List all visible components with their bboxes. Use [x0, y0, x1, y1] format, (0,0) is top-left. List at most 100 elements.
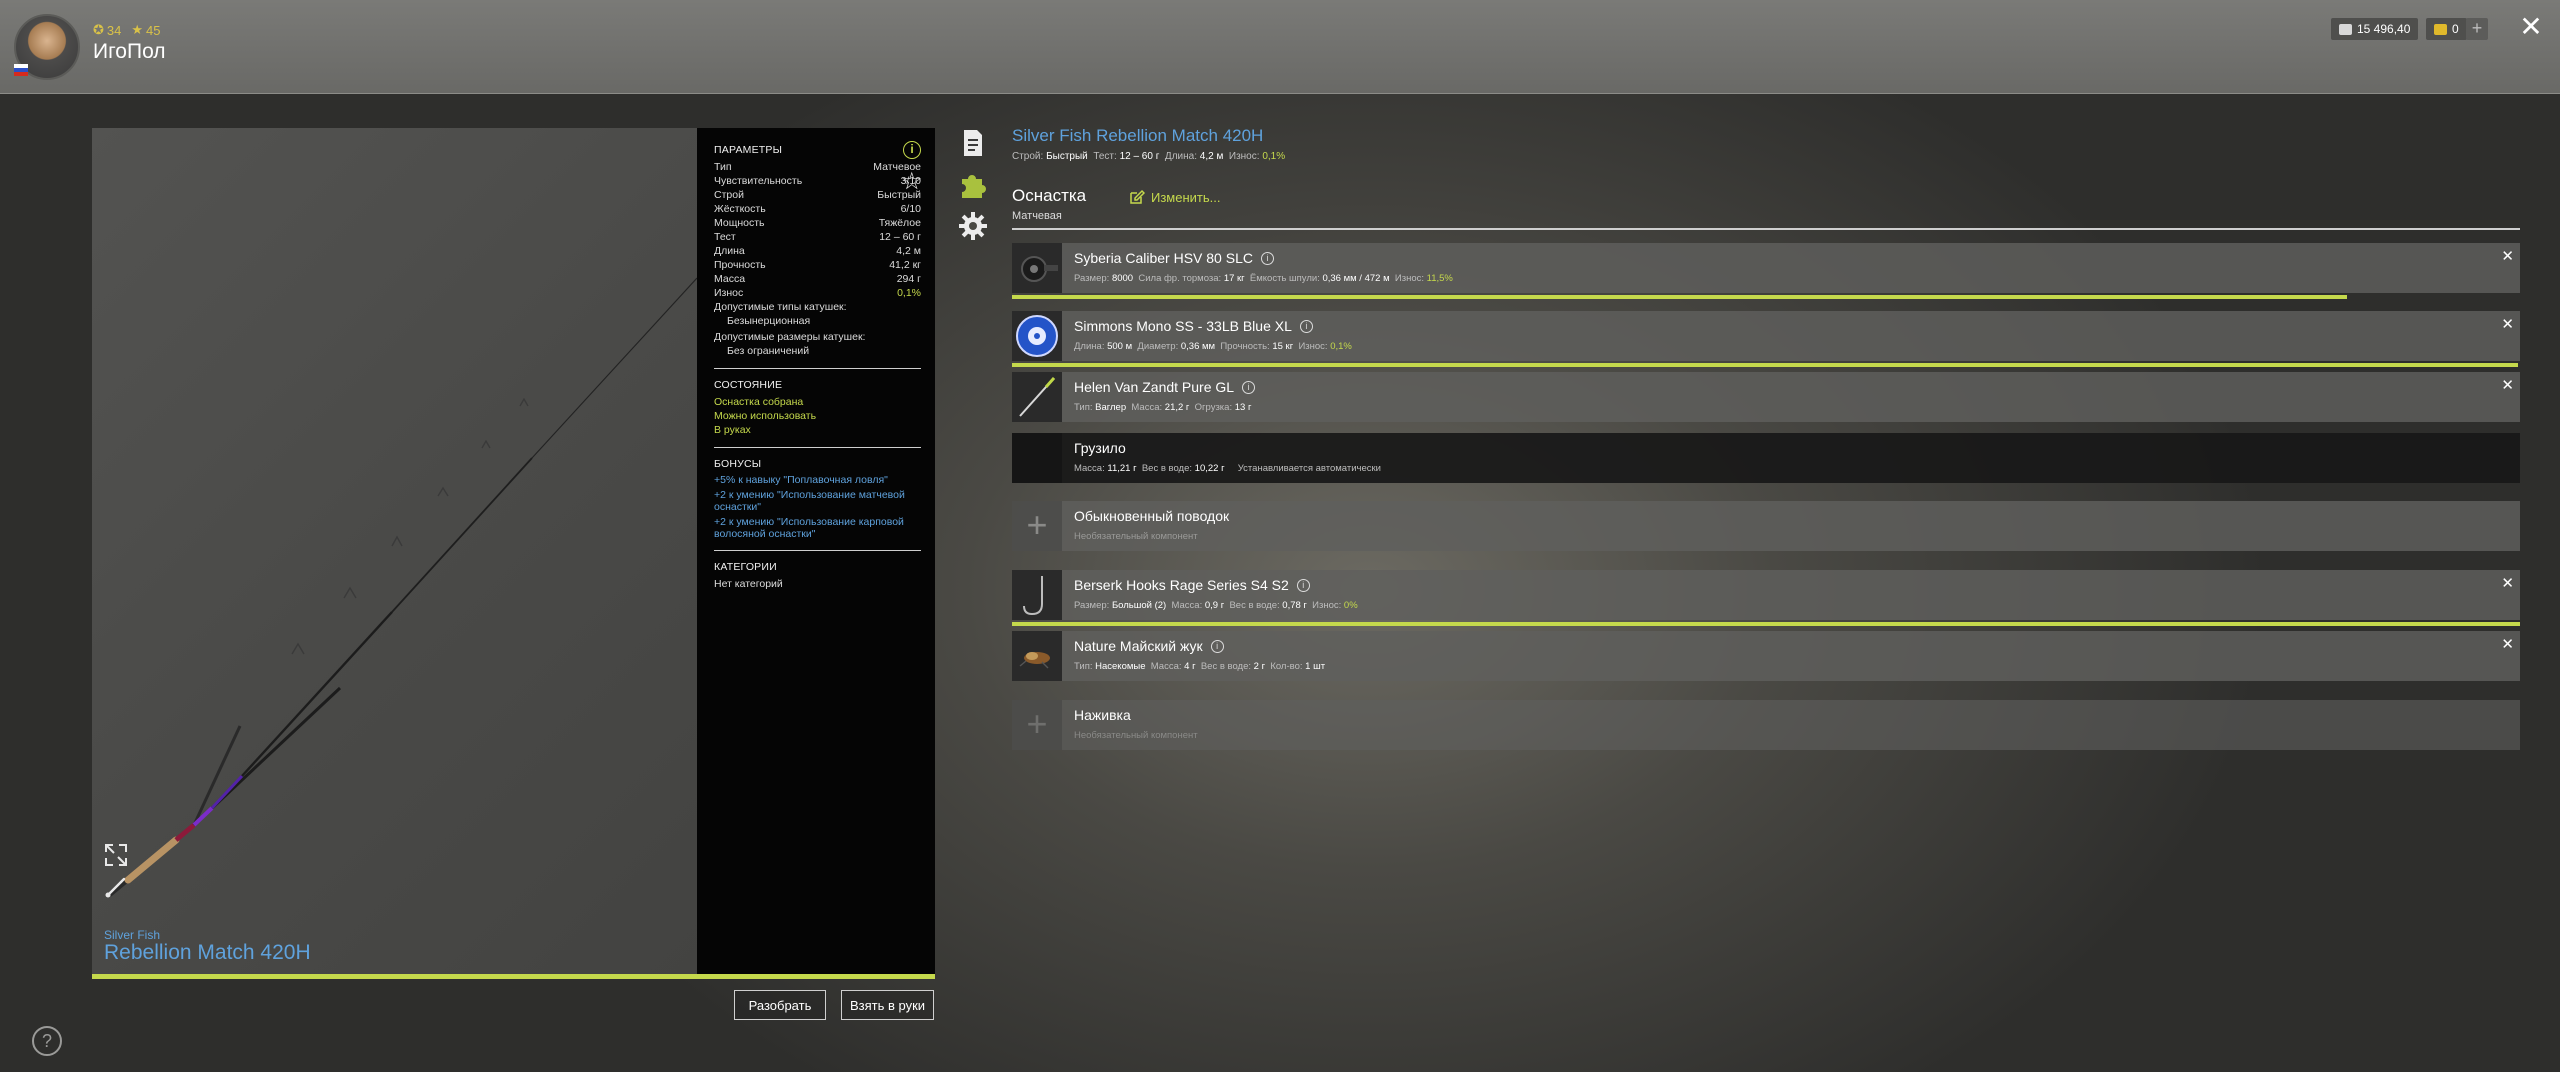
add-icon[interactable]: + [1012, 501, 1062, 551]
rod-image [108, 277, 697, 897]
disassemble-button[interactable]: Разобрать [734, 990, 826, 1020]
bonus-item: +2 к умению "Использование карповой воло… [714, 516, 904, 540]
params-heading: ПАРАМЕТРЫ [714, 144, 783, 156]
remove-icon[interactable]: ✕ [2501, 635, 2514, 653]
remove-icon[interactable]: ✕ [2501, 315, 2514, 333]
take-in-hands-button[interactable]: Взять в руки [841, 990, 934, 1020]
slot-name: Syberia Caliber HSV 80 SLC i [1074, 250, 1274, 266]
help-icon[interactable]: ? [32, 1026, 62, 1056]
info-icon[interactable]: i [1299, 319, 1313, 333]
slot-bait[interactable]: Nature Майский жук i Тип: Насекомые Масса… [1012, 631, 2520, 681]
remove-icon[interactable]: ✕ [2501, 574, 2514, 592]
slot-details: Длина: 500 м Диаметр: 0,36 мм Прочность:… [1074, 341, 1352, 352]
slot-details: Тип: Насекомые Масса: 4 г Вес в воде: 2 … [1074, 661, 1326, 672]
reel-sizes-value: Без ограничений [727, 345, 810, 357]
fullscreen-icon[interactable] [103, 842, 129, 868]
slot-name: Наживка [1074, 707, 1131, 723]
slot-float[interactable]: Helen Van Zandt Pure GL i Тип: Ваглер Мас… [1012, 372, 2520, 422]
slot-name: Helen Van Zandt Pure GL i [1074, 379, 1256, 395]
param-row: Тип Матчевое [714, 161, 921, 173]
slot-details: Масса: 11,21 г Вес в воде: 10,22 г Устан… [1074, 463, 1381, 474]
info-icon[interactable]: i [1296, 578, 1310, 592]
slot-details: Размер: Большой (2) Масса: 0,9 г Вес в в… [1074, 600, 1358, 611]
slot-name: Обыкновенный поводок [1074, 508, 1230, 524]
add-icon[interactable]: + [1012, 700, 1062, 750]
param-row: Мощность Тяжёлое [714, 217, 921, 229]
divider [714, 550, 921, 551]
level-stat: ✪ 34 [93, 22, 122, 38]
hook-thumbnail [1012, 570, 1062, 620]
document-icon[interactable] [958, 128, 988, 158]
params-panel: ПАРАМЕТРЫ Тип Матчевое Чувствительность 3/… [697, 128, 935, 974]
info-icon[interactable]: i [1242, 380, 1256, 394]
bonus-item: +5% к навыку "Поплавочная ловля" [714, 474, 888, 486]
slot-leader[interactable]: + Обыкновенный поводок Необязательный ко… [1012, 501, 2520, 551]
silver-coin-icon [2339, 23, 2352, 35]
slot-line[interactable]: Simmons Mono SS - 33LB Blue XL i Длина: 5… [1012, 311, 2520, 361]
remove-icon[interactable]: ✕ [2501, 376, 2514, 394]
slot-reel[interactable]: Syberia Caliber HSV 80 SLC i Размер: 8000… [1012, 243, 2520, 293]
flag-icon [14, 64, 28, 76]
info-icon[interactable]: i [1210, 639, 1224, 653]
info-icon[interactable]: i [903, 141, 921, 159]
reel-thumbnail [1012, 243, 1062, 293]
rig-divider [1012, 228, 2520, 230]
slot-name: Грузило [1074, 440, 1126, 456]
gold-balance: 0 [2426, 18, 2467, 40]
wear-bar-line [1012, 363, 2518, 367]
line-thumbnail [1012, 311, 1062, 361]
close-icon[interactable]: ✕ [2516, 12, 2546, 42]
slot-details: Размер: 8000 Сила фр. тормоза: 17 кг Ёмк… [1074, 273, 1453, 284]
rod-wear-bar [92, 974, 935, 979]
param-row: Износ 0,1% [714, 287, 921, 299]
rank-stat: ★ 45 [131, 22, 161, 38]
divider [714, 368, 921, 369]
state-heading: СОСТОЯНИЕ [714, 379, 783, 391]
slot-hook[interactable]: Berserk Hooks Rage Series S4 S2 i Размер:… [1012, 570, 2520, 620]
reel-types-label: Допустимые типы катушек: [714, 301, 847, 313]
bait-thumbnail [1012, 631, 1062, 681]
wear-bar-hook [1012, 622, 2520, 626]
preview-model: Rebellion Match 420H [104, 941, 311, 964]
gold-coin-icon [2434, 23, 2447, 35]
gear-icon[interactable] [958, 211, 988, 241]
reel-sizes-label: Допустимые размеры катушек: [714, 331, 866, 343]
puzzle-icon[interactable] [958, 170, 988, 200]
state-item: Оснастка собрана [714, 396, 804, 408]
divider [714, 447, 921, 448]
brush-icon[interactable] [103, 874, 129, 900]
slot-groundbait[interactable]: + Наживка Необязательный компонент [1012, 700, 2520, 750]
param-row: Строй Быстрый [714, 189, 921, 201]
categories-heading: КАТЕГОРИИ [714, 561, 777, 573]
silver-balance: 15 496,40 [2331, 18, 2419, 40]
slot-name: Simmons Mono SS - 33LB Blue XL i [1074, 318, 1313, 334]
bonus-heading: БОНУСЫ [714, 458, 762, 470]
info-icon[interactable]: i [1260, 251, 1274, 265]
reel-types-value: Безынерционная [727, 315, 811, 327]
rod-preview[interactable]: Silver Fish Rebellion Match 420H [92, 128, 697, 974]
edit-rig-button[interactable]: Изменить... [1129, 189, 1220, 205]
state-item: Можно использовать [714, 410, 817, 422]
level-icon: ✪ [93, 22, 104, 37]
edit-icon [1130, 189, 1145, 204]
params-list: Тип Матчевое Чувствительность 3/10 Строй Бы… [714, 160, 921, 300]
param-row: Тест 12 – 60 г [714, 231, 921, 243]
sinker-thumbnail [1012, 433, 1062, 483]
float-thumbnail [1012, 372, 1062, 422]
add-currency-button[interactable]: + [2466, 18, 2488, 40]
remove-icon[interactable]: ✕ [2501, 247, 2514, 265]
wear-bar-reel [1012, 295, 2347, 299]
preview-brand: Silver Fish [104, 928, 161, 942]
rig-type: Матчевая [1012, 210, 1062, 222]
slot-sinker[interactable]: Грузило Масса: 11,21 г Вес в воде: 10,22… [1012, 433, 2520, 483]
param-row: Прочность 41,2 кг [714, 259, 921, 271]
rod-summary: Строй: Быстрый Тест: 12 – 60 г Длина: 4,… [1012, 151, 1286, 162]
username: ИгоПол [93, 40, 166, 63]
star-icon[interactable]: ☆ [901, 170, 923, 194]
param-row: Масса 294 г [714, 273, 921, 285]
rig-heading: Оснастка [1012, 186, 1087, 205]
state-item: В руках [714, 424, 751, 436]
slot-name: Nature Майский жук i [1074, 638, 1224, 654]
slot-details: Тип: Ваглер Масса: 21,2 г Огрузка: 13 г [1074, 402, 1252, 413]
param-row: Жёсткость 6/10 [714, 203, 921, 215]
